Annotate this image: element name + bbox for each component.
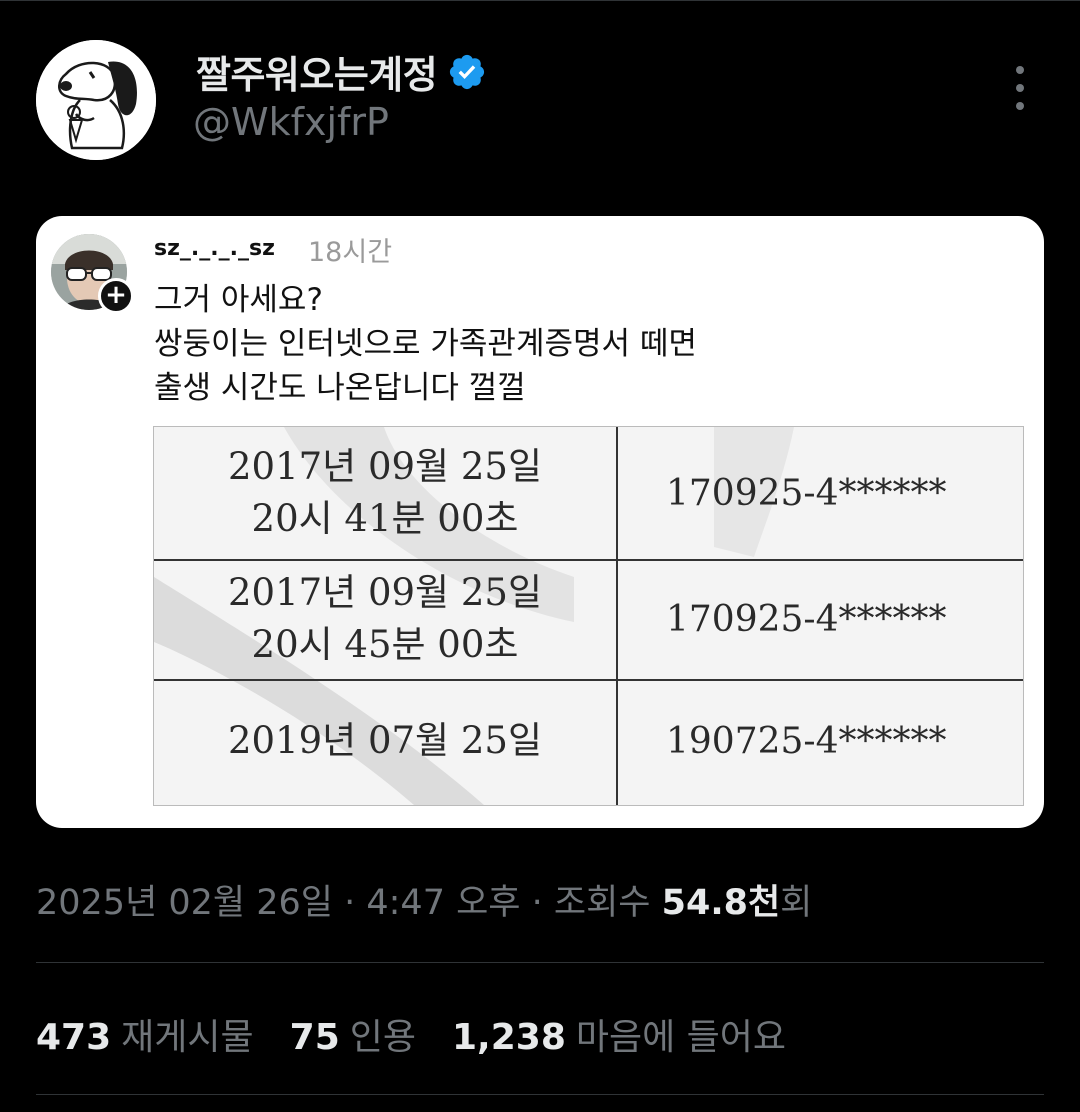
quoted-text-line: 출생 시간도 나온답니다 껄껄 (154, 370, 526, 406)
table-cell-id: 170925-4****** (666, 598, 947, 640)
reposts-stat[interactable]: 473 재게시물 (36, 1008, 254, 1060)
cell-time-text: 20시 45분 00초 (251, 623, 519, 666)
likes-label: 마음에 들어요 (575, 1017, 787, 1058)
more-dot (1016, 102, 1024, 110)
stats-divider (36, 1094, 1044, 1095)
top-divider (0, 0, 1080, 1)
author-avatar[interactable] (36, 40, 156, 160)
verified-badge-icon (450, 54, 485, 89)
reposts-count: 473 (36, 1017, 112, 1058)
table-cell-id: 190725-4****** (666, 720, 947, 762)
snoopy-avatar-image (36, 40, 156, 160)
author-display-name[interactable]: 짤주워오는계정 (196, 44, 438, 99)
quoted-post-image[interactable]: + sz_._._._sz 18시간 그거 아세요? 쌍둥이는 인터넷으로 가족… (36, 216, 1044, 828)
likes-stat[interactable]: 1,238 마음에 들어요 (452, 1008, 786, 1060)
cell-date-text: 2017년 09월 25일 (228, 571, 542, 614)
views-suffix: 회 (780, 883, 813, 923)
meta-divider (36, 962, 1044, 963)
reposts-label: 재게시물 (121, 1017, 254, 1058)
post-datetime[interactable]: 2025년 02월 26일 · 4:47 오후 · 조회수 (36, 883, 662, 923)
table-row: 2017년 09월 25일 20시 41분 00초 170925-4****** (154, 427, 1023, 561)
more-options-icon[interactable] (1004, 66, 1036, 110)
table-row: 2017년 09월 25일 20시 45분 00초 170925-4****** (154, 559, 1023, 681)
cell-time-text: 20시 41분 00초 (251, 497, 519, 540)
quoted-time: 18시간 (308, 237, 393, 268)
table-cell-date: 2017년 09월 25일 20시 45분 00초 (154, 559, 616, 679)
cell-date-text: 2017년 09월 25일 (228, 445, 542, 488)
quoted-text-line: 그거 아세요? (154, 282, 323, 318)
more-dot (1016, 66, 1024, 74)
cell-date-text: 2019년 07월 25일 (228, 719, 542, 762)
author-name-row[interactable]: 짤주워오는계정 (196, 44, 487, 99)
quotes-stat[interactable]: 75 인용 (290, 1008, 416, 1060)
table-row: 2019년 07월 25일 190725-4****** (154, 681, 1023, 801)
more-dot (1016, 84, 1024, 92)
quoted-username: sz_._._._sz (154, 236, 275, 261)
quoted-text-line: 쌍둥이는 인터넷으로 가족관계증명서 떼면 (154, 326, 697, 362)
author-handle[interactable]: @WkfxjfrP (193, 100, 389, 144)
engagement-stats: 473 재게시물 75 인용 1,238 마음에 들어요 (36, 1008, 786, 1060)
certificate-table-image: 2017년 09월 25일 20시 41분 00초 170925-4******… (153, 426, 1024, 806)
quoted-text: 그거 아세요? 쌍둥이는 인터넷으로 가족관계증명서 떼면 출생 시간도 나온답… (154, 278, 697, 410)
table-column-divider (616, 427, 618, 805)
table-cell-id: 170925-4****** (666, 472, 947, 514)
quotes-label: 인용 (349, 1017, 416, 1058)
post-meta: 2025년 02월 26일 · 4:47 오후 · 조회수 54.8천회 (36, 874, 812, 925)
quotes-count: 75 (289, 1017, 340, 1058)
table-cell-date: 2019년 07월 25일 (154, 681, 616, 801)
views-count: 54.8천 (661, 883, 781, 923)
table-cell-date: 2017년 09월 25일 20시 41분 00초 (154, 427, 616, 559)
likes-count: 1,238 (452, 1017, 566, 1058)
follow-plus-icon: + (98, 278, 134, 314)
